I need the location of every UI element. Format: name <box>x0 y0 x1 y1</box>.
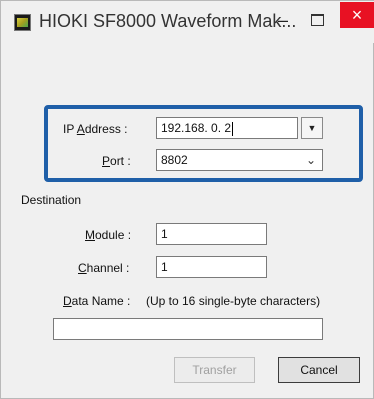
channel-input[interactable]: 1 <box>156 256 267 278</box>
window-title: HIOKI SF8000 Waveform Mak... <box>39 11 297 31</box>
chevron-down-icon: ⌄ <box>305 153 316 167</box>
port-select[interactable]: 8802 ⌄ <box>156 149 323 171</box>
module-label: Module : <box>85 228 132 242</box>
transfer-button[interactable]: Transfer <box>174 357 255 383</box>
ip-history-dropdown-button[interactable]: ▼ <box>301 117 323 139</box>
data-name-input[interactable] <box>53 318 323 340</box>
port-label: Port : <box>102 154 131 168</box>
destination-heading: Destination <box>21 193 82 207</box>
ip-address-label: IP Address : <box>63 122 128 136</box>
title-bar[interactable]: HIOKI SF8000 Waveform Mak... – × <box>1 1 374 43</box>
app-icon <box>14 14 31 31</box>
data-name-hint: (Up to 16 single-byte characters) <box>146 294 321 308</box>
module-input[interactable]: 1 <box>156 223 267 245</box>
close-button[interactable]: × <box>340 2 374 28</box>
cancel-button[interactable]: Cancel <box>278 357 360 383</box>
dialog-window: HIOKI SF8000 Waveform Mak... – × IP Addr… <box>0 0 374 399</box>
maximize-button[interactable] <box>306 9 328 31</box>
ip-address-input[interactable]: 192.168. 0. 2 <box>156 117 298 139</box>
data-name-label: Data Name : <box>63 294 131 308</box>
channel-label: Channel : <box>78 261 130 275</box>
minimize-button[interactable]: – <box>272 9 294 31</box>
